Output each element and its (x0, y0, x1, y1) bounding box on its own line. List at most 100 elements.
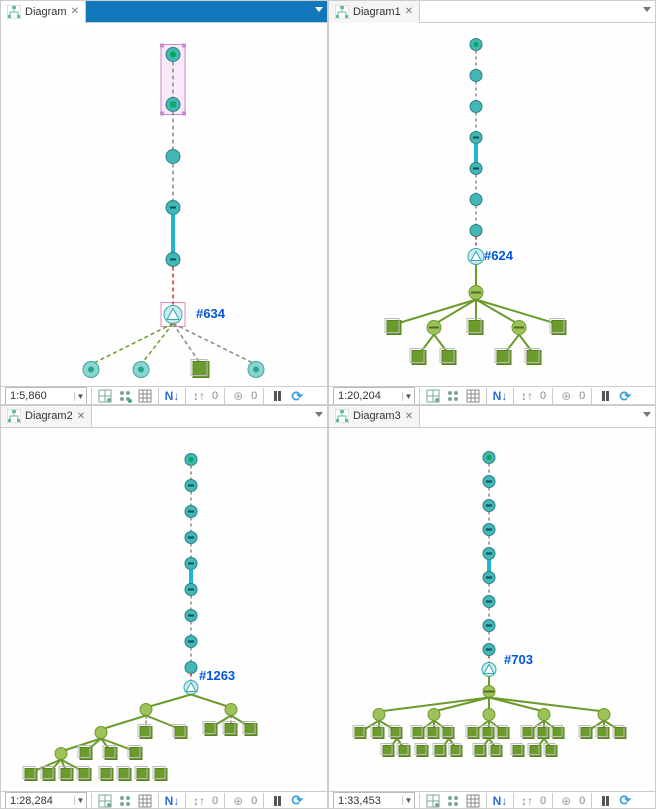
tab-label: Diagram (25, 6, 67, 18)
selection-count-icon[interactable]: ⊕ (557, 792, 575, 809)
rotation-value: 0 (538, 795, 548, 807)
toolbar: 1:28,284 ▼ N↓ ↕↑ 0 ⊕ 0 ⟳ (1, 791, 327, 809)
selection-count-icon[interactable]: ⊕ (229, 792, 247, 809)
selection-count-icon[interactable]: ⊕ (557, 387, 575, 404)
refresh-icon[interactable]: ⟳ (288, 387, 306, 404)
pause-icon[interactable] (268, 387, 286, 404)
pause-icon[interactable] (596, 792, 614, 809)
scale-selector[interactable]: 1:5,860 ▼ (5, 387, 87, 404)
pause-icon[interactable] (268, 792, 286, 809)
diagram-canvas[interactable]: #624 (329, 23, 655, 386)
chevron-down-icon: ▼ (402, 796, 414, 805)
separator (185, 388, 186, 404)
snap-point-icon[interactable] (444, 792, 462, 809)
refresh-icon[interactable]: ⟳ (616, 387, 634, 404)
tab-diagram3[interactable]: Diagram3 ✕ (329, 406, 420, 428)
selection-count: 0 (577, 795, 587, 807)
rotation-icon[interactable]: ↕↑ (518, 387, 536, 404)
north-icon[interactable]: N↓ (163, 387, 181, 404)
pane-diagram2: Diagram2 ✕ (1, 406, 327, 809)
selection-count-icon[interactable]: ⊕ (229, 387, 247, 404)
pause-icon[interactable] (596, 387, 614, 404)
toolbar: 1:20,204 ▼ N↓ ↕↑ 0 ⊕ 0 ⟳ (329, 386, 655, 404)
close-icon[interactable]: ✕ (405, 411, 413, 422)
refresh-icon[interactable]: ⟳ (288, 792, 306, 809)
tab-diagram1[interactable]: Diagram1 ✕ (329, 1, 420, 23)
close-icon[interactable]: ✕ (77, 411, 85, 422)
tabbar: Diagram ✕ (1, 1, 327, 23)
tab-diagram[interactable]: Diagram ✕ (1, 1, 86, 23)
pane-diagram: Diagram ✕ (1, 1, 327, 404)
node-annotation: #1263 (199, 668, 235, 683)
north-icon[interactable]: N↓ (491, 387, 509, 404)
rotation-value: 0 (210, 390, 220, 402)
separator (263, 388, 264, 404)
node-annotation: #634 (196, 306, 225, 321)
node-annotation: #703 (504, 652, 533, 667)
scale-selector[interactable]: 1:28,284 ▼ (5, 792, 87, 809)
rotation-value: 0 (538, 390, 548, 402)
tabbar: Diagram3 ✕ (329, 406, 655, 428)
selection-count: 0 (249, 390, 259, 402)
scale-value: 1:28,284 (6, 795, 74, 807)
scale-selector[interactable]: 1:33,453 ▼ (333, 792, 415, 809)
grid-icon[interactable] (136, 387, 154, 404)
selection-count: 0 (249, 795, 259, 807)
pane-diagram3: Diagram3 ✕ (329, 406, 655, 809)
pane-grid: Diagram ✕ (0, 0, 656, 809)
selection-count: 0 (577, 390, 587, 402)
diagram-canvas[interactable]: #703 (329, 428, 655, 791)
north-icon[interactable]: N↓ (491, 792, 509, 809)
rotation-icon[interactable]: ↕↑ (190, 387, 208, 404)
tab-label: Diagram1 (353, 6, 401, 18)
scale-value: 1:5,860 (6, 390, 74, 402)
separator (91, 388, 92, 404)
snap-point-icon[interactable] (116, 792, 134, 809)
scale-value: 1:20,204 (334, 390, 402, 402)
close-icon[interactable]: ✕ (71, 6, 79, 17)
chevron-down-icon: ▼ (402, 392, 414, 401)
pane-diagram1: Diagram1 ✕ (329, 1, 655, 404)
diagram-icon (335, 409, 349, 423)
rotation-icon[interactable]: ↕↑ (518, 792, 536, 809)
diagram-svg (329, 23, 655, 386)
rotation-value: 0 (210, 795, 220, 807)
north-icon[interactable]: N↓ (163, 792, 181, 809)
diagram-icon (7, 409, 21, 423)
diagram-svg (1, 428, 327, 791)
pane-menu-icon[interactable] (315, 412, 323, 417)
snap-point-icon[interactable] (444, 387, 462, 404)
tab-diagram2[interactable]: Diagram2 ✕ (1, 406, 92, 428)
diagram-svg (1, 23, 327, 386)
grid-icon[interactable] (464, 387, 482, 404)
diagram-icon (7, 5, 21, 19)
snap-point-icon[interactable] (116, 387, 134, 404)
diagram-canvas[interactable]: #1263 (1, 428, 327, 791)
toolbar: 1:5,860 ▼ N↓ ↕↑ 0 ⊕ 0 ⟳ (1, 386, 327, 404)
scale-selector[interactable]: 1:20,204 ▼ (333, 387, 415, 404)
separator (158, 388, 159, 404)
snap-grid-icon[interactable] (96, 792, 114, 809)
grid-icon[interactable] (136, 792, 154, 809)
diagram-canvas[interactable]: #634 (1, 23, 327, 386)
pane-menu-icon[interactable] (315, 7, 323, 12)
close-icon[interactable]: ✕ (405, 6, 413, 17)
snap-grid-icon[interactable] (424, 387, 442, 404)
tabbar: Diagram1 ✕ (329, 1, 655, 23)
rotation-icon[interactable]: ↕↑ (190, 792, 208, 809)
chevron-down-icon: ▼ (74, 796, 86, 805)
tabbar: Diagram2 ✕ (1, 406, 327, 428)
pane-menu-icon[interactable] (643, 412, 651, 417)
refresh-icon[interactable]: ⟳ (616, 792, 634, 809)
diagram-icon (335, 5, 349, 19)
snap-grid-icon[interactable] (96, 387, 114, 404)
grid-icon[interactable] (464, 792, 482, 809)
diagram-svg (329, 428, 655, 791)
scale-value: 1:33,453 (334, 795, 402, 807)
node-annotation: #624 (484, 248, 513, 263)
snap-grid-icon[interactable] (424, 792, 442, 809)
tab-label: Diagram3 (353, 410, 401, 422)
separator (224, 388, 225, 404)
pane-menu-icon[interactable] (643, 7, 651, 12)
chevron-down-icon: ▼ (74, 392, 86, 401)
